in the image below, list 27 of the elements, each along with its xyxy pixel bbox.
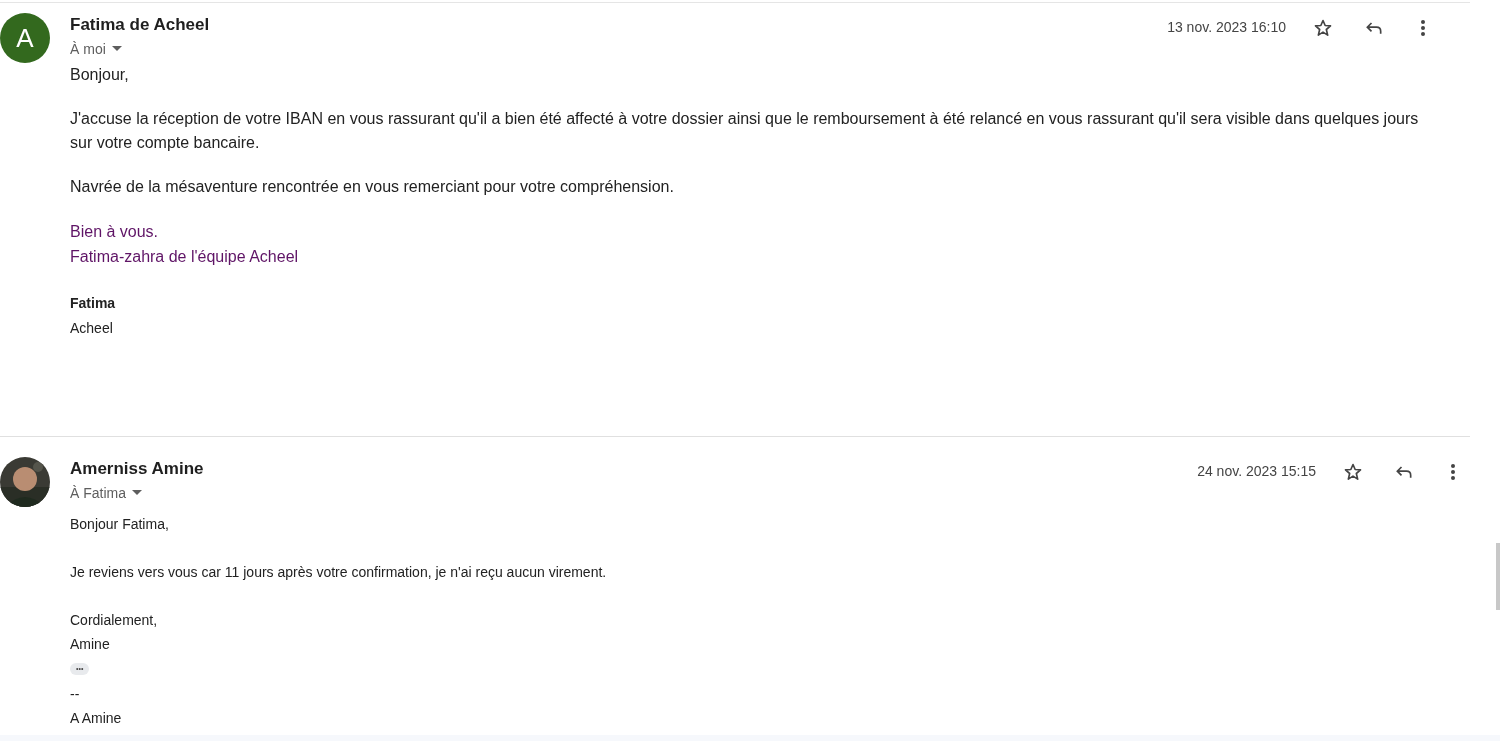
message-date: 13 nov. 2023 16:10: [1167, 18, 1286, 37]
dropdown-icon[interactable]: [132, 490, 142, 496]
star-icon: [1343, 462, 1363, 482]
more-icon: [1450, 463, 1456, 481]
message-line: Amine: [70, 635, 110, 654]
avatar: A: [0, 13, 50, 63]
message-paragraph: J'accuse la réception de votre IBAN en vous rassurant qu'il a bien été affecté à votre dossier ainsi que le remboursement à été relancé en vous rassurant qu'il sera visible dans quelques jours sur votre compte bancaire.: [70, 109, 1420, 153]
message-line: --: [70, 685, 80, 704]
scrollbar[interactable]: [1496, 543, 1500, 610]
closing-line: Fatima-zahra de l'équipe Acheel: [70, 247, 299, 267]
message-line: A Amine: [70, 709, 122, 728]
message-date: 24 nov. 2023 15:15: [1197, 462, 1316, 481]
message-paragraph: Bonjour Fatima,: [70, 515, 170, 534]
signature-name: Fatima: [70, 294, 116, 313]
recipient-label: À Fatima: [70, 484, 126, 503]
sender-name: Amerniss Amine: [70, 458, 204, 480]
message-line: Cordialement,: [70, 611, 158, 630]
message-paragraph: Navrée de la mésaventure rencontrée en vous remerciant pour votre compréhension.: [70, 177, 675, 197]
signature-company: Acheel: [70, 319, 113, 338]
recipient-label: À moi: [70, 40, 106, 59]
closing-line: Bien à vous.: [70, 222, 159, 242]
star-icon: [1313, 18, 1333, 38]
message-paragraph: Je reviens vers vous car 11 jours après votre confirmation, je n'ai reçu aucun virement.: [70, 563, 608, 582]
dropdown-icon[interactable]: [111, 46, 122, 52]
message-paragraph: Bonjour,: [70, 65, 130, 85]
sender-name: Fatima de Acheel: [70, 14, 210, 36]
more-icon: [1420, 19, 1426, 37]
